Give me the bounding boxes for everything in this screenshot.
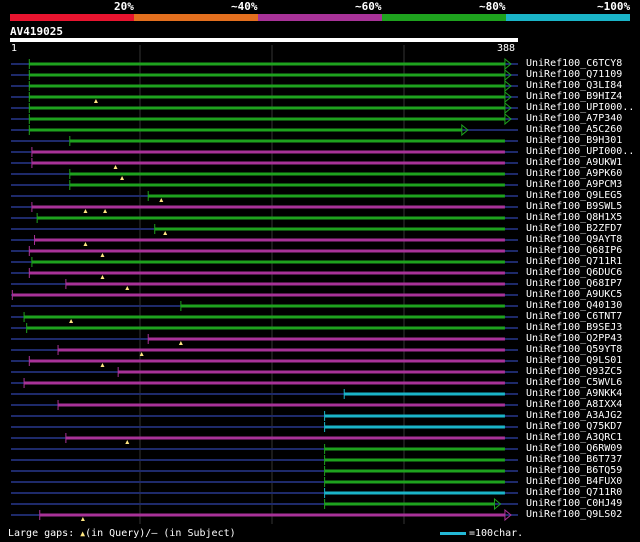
hit-name-link[interactable]: UniRef100_B9H301	[526, 135, 622, 146]
hit-name-link[interactable]: UniRef100_Q59YT8	[526, 344, 622, 355]
hit-name-link[interactable]: UniRef100_B9SEJ3	[526, 322, 622, 333]
hit-name-link[interactable]: UniRef100_A9NKK4	[526, 388, 622, 399]
query-gap-marker	[125, 440, 130, 444]
legend-label: 20%	[114, 0, 134, 13]
hit-name-link[interactable]: UniRef100_Q3LI84	[526, 80, 622, 91]
hit-name-link[interactable]: UniRef100_Q6RW09	[526, 443, 622, 454]
hit-name-link[interactable]: UniRef100_B4FUX0	[526, 476, 622, 487]
hit-name-link[interactable]: UniRef100_C5WVL6	[526, 377, 622, 388]
hit-name-link[interactable]: UniRef100_A3AJG2	[526, 410, 622, 421]
hit-name-link[interactable]: UniRef100_C6TNT7	[526, 311, 622, 322]
query-gap-marker	[100, 363, 105, 367]
hit-name-link[interactable]: UniRef100_Q8H1X5	[526, 212, 622, 223]
query-gap-marker	[120, 176, 125, 180]
query-gap-marker	[69, 319, 74, 323]
query-gap-marker	[103, 209, 108, 213]
hit-name-link[interactable]: UniRef100_Q9LS02	[526, 509, 622, 520]
hit-name-link[interactable]: UniRef100_B9HIZ4	[526, 91, 622, 102]
query-gap-marker	[80, 517, 85, 521]
footer-gap-legend: Large gaps: ▲(in Query)/– (in Subject)	[8, 528, 236, 539]
footer-text: Large gaps:	[8, 528, 81, 539]
hit-name-link[interactable]: UniRef100_A5C260	[526, 124, 622, 135]
query-gap-marker	[83, 209, 88, 213]
legend-label: ~40%	[231, 0, 258, 13]
hit-name-link[interactable]: UniRef100_Q2PP43	[526, 333, 622, 344]
scale-bar	[440, 531, 466, 535]
hit-name-link[interactable]: UniRef100_C0HJ49	[526, 498, 622, 509]
hit-name-link[interactable]: UniRef100_Q68IP6	[526, 245, 622, 256]
query-gap-marker	[113, 165, 118, 169]
legend-label: ~80%	[479, 0, 506, 13]
hit-name-link[interactable]: UniRef100_B6TQ59	[526, 465, 622, 476]
query-gap-marker	[93, 99, 98, 103]
legend-label: ~100%	[597, 0, 631, 13]
hit-name-link[interactable]: UniRef100_A3QRC1	[526, 432, 622, 443]
hit-name-link[interactable]: UniRef100_Q711R0	[526, 487, 622, 498]
query-gap-marker	[100, 253, 105, 257]
query-gap-marker	[178, 341, 183, 345]
hit-name-link[interactable]: UniRef100_A9PCM3	[526, 179, 622, 190]
hit-name-link[interactable]: UniRef100_Q71109	[526, 69, 622, 80]
query-gap-marker	[125, 286, 130, 290]
subject-gap-label: (in Subject)	[157, 528, 236, 539]
hit-name-link[interactable]: UniRef100_Q9AYT8	[526, 234, 622, 245]
scale-legend: =100char.	[440, 528, 523, 539]
query-gap-marker	[163, 231, 168, 235]
query-gap-marker	[100, 275, 105, 279]
hit-name-link[interactable]: UniRef100_B2ZFD7	[526, 223, 622, 234]
hit-name-link[interactable]: UniRef100_UPI000..	[526, 146, 634, 157]
query-gap-marker	[159, 198, 164, 202]
hit-name-link[interactable]: UniRef100_UPI000..	[526, 102, 634, 113]
hit-name-link[interactable]: UniRef100_A9UKW1	[526, 157, 622, 168]
hit-name-link[interactable]: UniRef100_Q75KD7	[526, 421, 622, 432]
hit-name-link[interactable]: UniRef100_A9PK60	[526, 168, 622, 179]
query-gap-marker	[83, 242, 88, 246]
hit-name-link[interactable]: UniRef100_C6TCY8	[526, 58, 622, 69]
hit-name-link[interactable]: UniRef100_B9SWL5	[526, 201, 622, 212]
hit-name-link[interactable]: UniRef100_A9UKC5	[526, 289, 622, 300]
hit-name-link[interactable]: UniRef100_Q9LS01	[526, 355, 622, 366]
hit-name-link[interactable]: UniRef100_Q93ZC5	[526, 366, 622, 377]
hit-name-link[interactable]: UniRef100_A7P340	[526, 113, 622, 124]
hit-name-link[interactable]: UniRef100_Q40130	[526, 300, 622, 311]
hit-name-link[interactable]: UniRef100_Q9LEG5	[526, 190, 622, 201]
hit-name-link[interactable]: UniRef100_Q68IP7	[526, 278, 622, 289]
hit-name-link[interactable]: UniRef100_Q711R1	[526, 256, 622, 267]
scale-label: =100char.	[469, 528, 524, 539]
hit-name-link[interactable]: UniRef100_B6T737	[526, 454, 622, 465]
hit-name-link[interactable]: UniRef100_A8IXX4	[526, 399, 622, 410]
query-gap-label: (in Query)	[85, 528, 146, 539]
hit-name-link[interactable]: UniRef100_Q6DUC6	[526, 267, 622, 278]
legend-label: ~60%	[355, 0, 382, 13]
